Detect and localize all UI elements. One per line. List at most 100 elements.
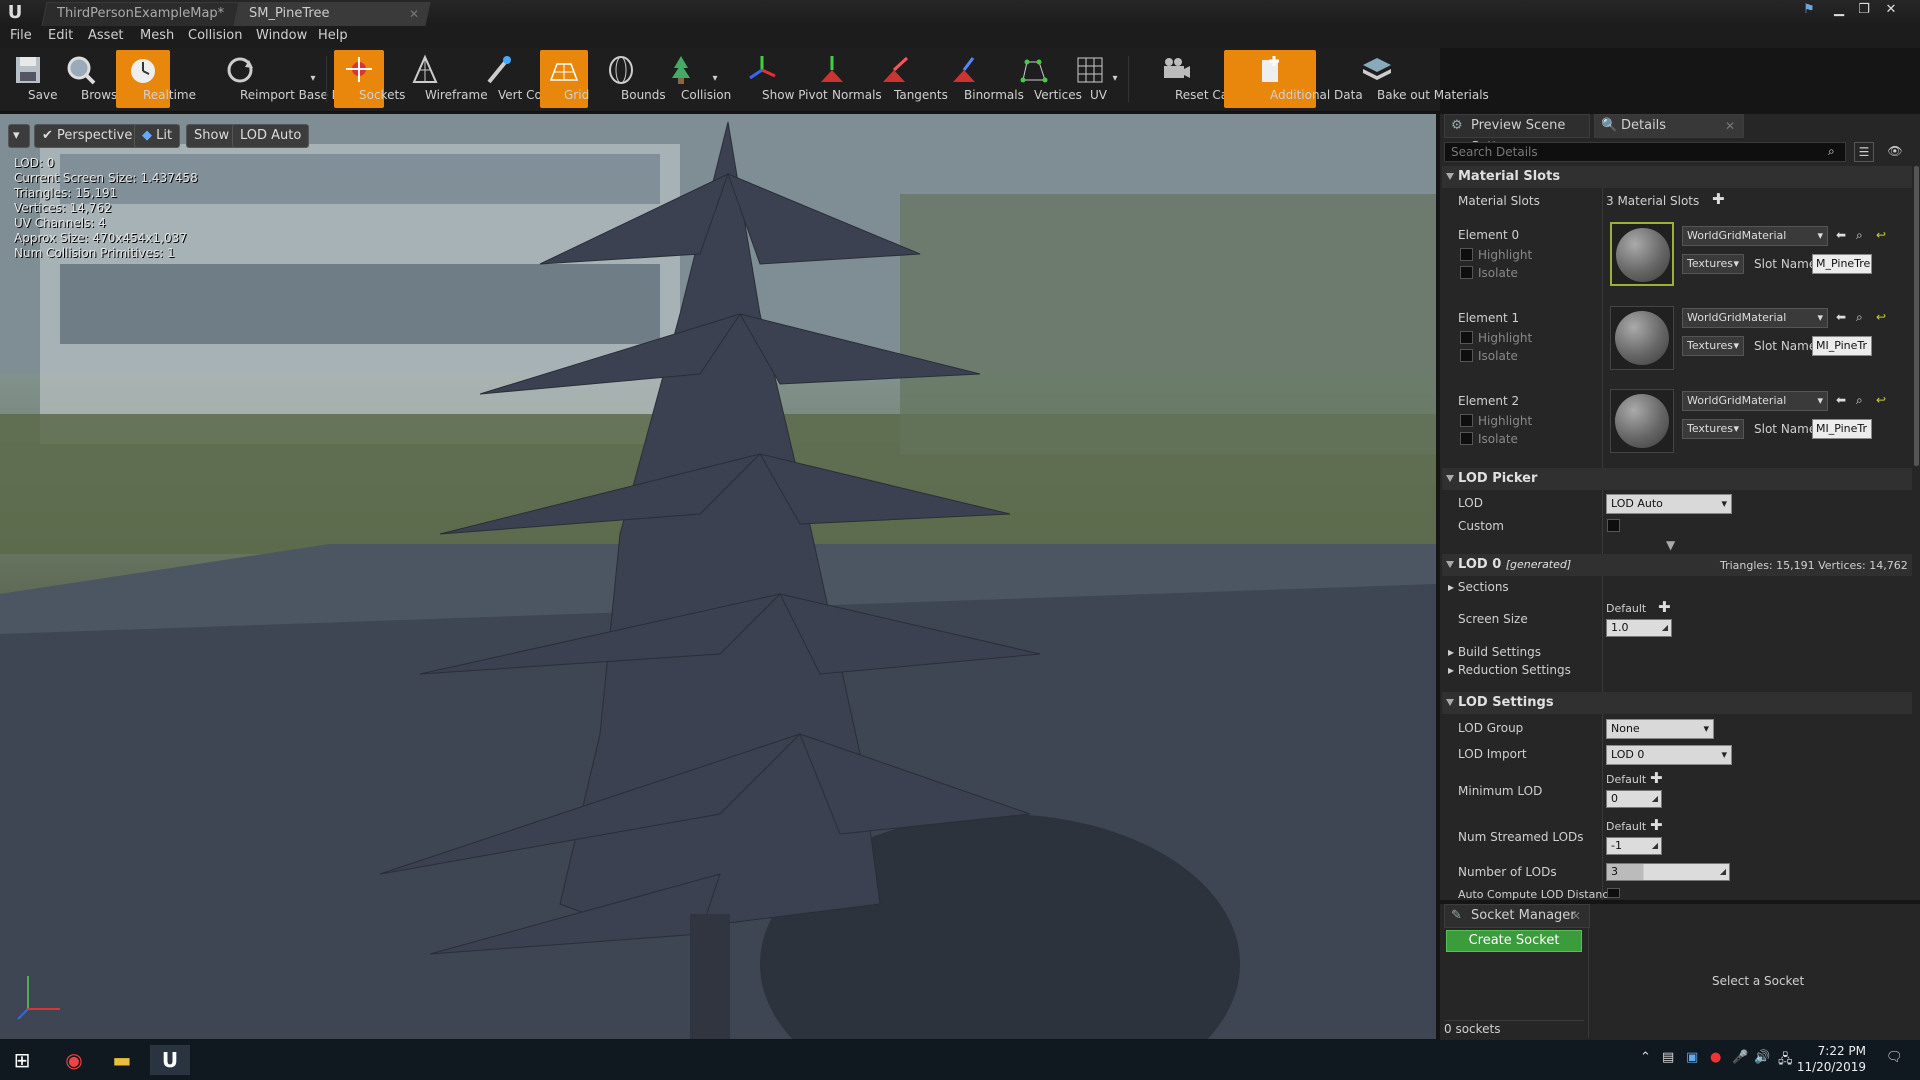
- add-platform-override-icon[interactable]: ✚: [1650, 769, 1663, 787]
- save-button[interactable]: Save: [6, 50, 57, 108]
- menu-file[interactable]: File: [10, 28, 32, 43]
- material-thumbnail[interactable]: [1610, 389, 1674, 453]
- lod-dropdown[interactable]: LOD Auto: [1606, 494, 1732, 514]
- browse-asset-icon[interactable]: ⌕: [1856, 228, 1863, 243]
- slot-name-field[interactable]: MI_PineTr: [1812, 336, 1872, 356]
- screen-size-field[interactable]: 1.0: [1606, 619, 1672, 637]
- expand-arrow-icon[interactable]: ▼: [1666, 538, 1675, 552]
- chrome-icon[interactable]: ◉: [54, 1045, 94, 1075]
- menu-mesh[interactable]: Mesh: [140, 28, 174, 43]
- num-streamed-lods-field[interactable]: -1: [1606, 837, 1662, 855]
- add-platform-override-icon[interactable]: ✚: [1650, 816, 1663, 834]
- notification-icon[interactable]: ⚑: [1798, 2, 1820, 18]
- build-settings-row[interactable]: ▸ Build Settings: [1448, 645, 1541, 659]
- menu-window[interactable]: Window: [256, 28, 307, 43]
- normals-button[interactable]: Normals: [806, 50, 882, 108]
- lod-settings-section[interactable]: LOD Settings: [1442, 692, 1912, 714]
- highlight-checkbox[interactable]: [1460, 248, 1473, 261]
- tab-details[interactable]: 🔍 Details ✕: [1594, 114, 1744, 138]
- menu-asset[interactable]: Asset: [88, 28, 124, 43]
- viewport-options-dropdown[interactable]: ▾: [8, 124, 30, 148]
- auto-compute-checkbox[interactable]: [1607, 888, 1620, 898]
- network-icon[interactable]: 🖧: [1778, 1050, 1793, 1072]
- sockets-button[interactable]: Sockets: [334, 50, 405, 108]
- material-thumbnail[interactable]: [1610, 306, 1674, 370]
- tangents-button[interactable]: Tangents: [864, 50, 948, 108]
- system-clock[interactable]: 7:22 PM 11/20/2019: [1797, 1043, 1866, 1075]
- reset-icon[interactable]: ↩: [1876, 393, 1886, 407]
- view-options-icon[interactable]: ☰: [1854, 142, 1874, 162]
- binormals-button[interactable]: Binormals: [932, 50, 1024, 108]
- reimport-dropdown-icon[interactable]: ▾: [306, 50, 320, 108]
- add-platform-override-icon[interactable]: ✚: [1658, 598, 1671, 616]
- additional-data-button[interactable]: Additional Data: [1224, 50, 1363, 108]
- uv-button[interactable]: UV: [1068, 50, 1112, 108]
- realtime-button[interactable]: Realtime: [116, 50, 196, 108]
- lod-import-dropdown[interactable]: LOD 0: [1606, 745, 1732, 765]
- collision-dropdown-icon[interactable]: ▾: [708, 50, 722, 108]
- volume-icon[interactable]: 🔊: [1754, 1050, 1770, 1065]
- number-of-lods-slider[interactable]: 3: [1606, 863, 1730, 881]
- tab-socket-manager[interactable]: ✎ Socket Manager ✕: [1444, 904, 1590, 928]
- browse-asset-icon[interactable]: ⌕: [1856, 393, 1863, 408]
- show-pivot-button[interactable]: Show Pivot: [728, 50, 828, 108]
- restore-icon[interactable]: ❐: [1853, 2, 1875, 18]
- reset-icon[interactable]: ↩: [1876, 228, 1886, 242]
- tab-sm-pinetree[interactable]: SM_PineTree ✕: [233, 2, 431, 26]
- viewport[interactable]: ▾ ✔ Perspective ◆ Lit Show LOD Auto LOD:…: [0, 114, 1436, 1039]
- menu-edit[interactable]: Edit: [48, 28, 73, 43]
- wireframe-button[interactable]: Wireframe: [394, 50, 488, 108]
- minimize-icon[interactable]: ▁: [1828, 2, 1850, 18]
- textures-dropdown[interactable]: Textures: [1682, 419, 1744, 439]
- reset-camera-button[interactable]: Reset Camera: [1134, 50, 1259, 108]
- isolate-checkbox[interactable]: [1460, 266, 1473, 279]
- material-picker[interactable]: WorldGridMaterial: [1682, 391, 1828, 411]
- highlight-checkbox[interactable]: [1460, 414, 1473, 427]
- file-explorer-icon[interactable]: ▬: [102, 1045, 142, 1075]
- tray-record-icon[interactable]: ●: [1710, 1050, 1721, 1065]
- reset-icon[interactable]: ↩: [1876, 310, 1886, 324]
- unreal-engine-icon[interactable]: U: [150, 1045, 190, 1075]
- show-button[interactable]: Show: [186, 124, 238, 148]
- browse-button[interactable]: Browse: [54, 50, 125, 108]
- notifications-icon[interactable]: 🗨: [1886, 1050, 1903, 1065]
- use-selected-arrow-icon[interactable]: ⬅: [1836, 228, 1846, 242]
- uv-dropdown-icon[interactable]: ▾: [1108, 50, 1122, 108]
- menu-collision[interactable]: Collision: [188, 28, 242, 43]
- use-selected-arrow-icon[interactable]: ⬅: [1836, 310, 1846, 324]
- lod-group-dropdown[interactable]: None: [1606, 719, 1714, 739]
- use-selected-arrow-icon[interactable]: ⬅: [1836, 393, 1846, 407]
- bake-out-materials-button[interactable]: Bake out Materials: [1322, 50, 1489, 108]
- close-icon[interactable]: ✕: [1725, 115, 1735, 137]
- browse-asset-icon[interactable]: ⌕: [1856, 310, 1863, 325]
- search-details-input[interactable]: Search Details: [1444, 142, 1846, 162]
- material-picker[interactable]: WorldGridMaterial: [1682, 226, 1828, 246]
- tray-app-icon[interactable]: ▤: [1662, 1050, 1674, 1065]
- scrollbar[interactable]: [1914, 166, 1919, 466]
- sections-row[interactable]: ▸ Sections: [1448, 580, 1509, 594]
- grid-button[interactable]: Grid: [540, 50, 589, 108]
- isolate-checkbox[interactable]: [1460, 432, 1473, 445]
- perspective-button[interactable]: ✔ Perspective: [34, 124, 141, 148]
- vertices-button[interactable]: Vertices: [1006, 50, 1082, 108]
- material-picker[interactable]: WorldGridMaterial: [1682, 308, 1828, 328]
- tab-preview-scene-settings[interactable]: ⚙Preview Scene Sett: [1444, 114, 1590, 155]
- tab-third-person-map[interactable]: ThirdPersonExampleMap*: [41, 2, 243, 26]
- close-icon[interactable]: ✕: [1571, 905, 1581, 927]
- lit-button[interactable]: ◆ Lit: [134, 124, 181, 148]
- windows-start-icon[interactable]: ⊞: [2, 1045, 42, 1075]
- microphone-icon[interactable]: 🎤: [1732, 1050, 1748, 1065]
- close-icon[interactable]: ✕: [409, 3, 419, 25]
- collision-button[interactable]: Collision: [652, 50, 731, 108]
- create-socket-button[interactable]: Create Socket: [1446, 930, 1582, 952]
- lod-picker-section[interactable]: LOD Picker: [1442, 468, 1912, 490]
- reduction-settings-row[interactable]: ▸ Reduction Settings: [1448, 663, 1571, 677]
- eye-icon[interactable]: 👁: [1880, 142, 1910, 162]
- tray-up-arrow-icon[interactable]: ⌃: [1640, 1050, 1651, 1065]
- vert-colors-button[interactable]: Vert Colors: [464, 50, 564, 108]
- reimport-base-mesh-button[interactable]: Reimport Base Mesh: [182, 50, 363, 108]
- lod-auto-button[interactable]: LOD Auto: [232, 124, 310, 148]
- minimum-lod-field[interactable]: 0: [1606, 790, 1662, 808]
- material-thumbnail[interactable]: [1610, 222, 1674, 286]
- tray-app-icon[interactable]: ▣: [1686, 1050, 1698, 1065]
